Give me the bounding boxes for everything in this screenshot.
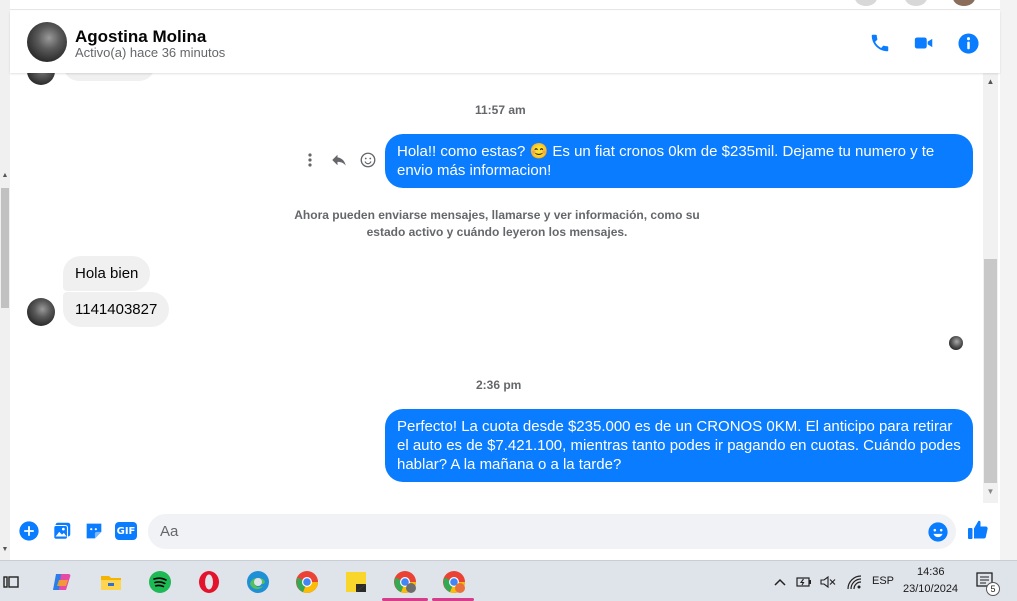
phone-icon	[871, 34, 889, 52]
send-like-button[interactable]	[966, 518, 990, 542]
audio-call-button[interactable]	[867, 30, 893, 56]
toolbar-button-partial[interactable]	[855, 0, 877, 6]
page-scroll-down-arrow[interactable]: ▼	[0, 546, 10, 553]
edge-button[interactable]	[245, 569, 271, 595]
message-actions	[300, 150, 378, 170]
incoming-message[interactable]: Hola bien	[63, 256, 151, 291]
message-timestamp: 11:57 am	[475, 103, 526, 117]
contact-name[interactable]: Agostina Molina	[75, 27, 206, 47]
chat-header: Agostina Molina Activo(a) hace 36 minuto…	[10, 11, 1000, 73]
outgoing-message[interactable]: Hola!! como estas? 😊 Es un fiat cronos 0…	[385, 134, 973, 188]
emoji-smile-icon	[928, 522, 948, 542]
read-receipt-avatar	[949, 336, 963, 350]
opera-icon	[199, 571, 219, 593]
network-button[interactable]	[846, 574, 862, 590]
show-hidden-icons-button[interactable]	[772, 574, 788, 590]
copilot-icon	[53, 574, 71, 590]
clock-date[interactable]: 23/10/2024	[903, 583, 958, 595]
clock-time[interactable]: 14:36	[917, 566, 945, 578]
task-view-button[interactable]	[0, 569, 22, 595]
file-explorer-button[interactable]	[98, 569, 124, 595]
sticky-notes-icon	[346, 572, 366, 592]
toolbar-button-partial[interactable]	[905, 0, 927, 6]
conversation-info-button[interactable]	[955, 30, 981, 56]
message-input[interactable]	[148, 514, 956, 549]
chrome-icon	[443, 571, 465, 593]
speaker-muted-icon	[820, 575, 836, 589]
messenger-window: ▲ ▼ Agostina Molina Activo(a) hace 36 mi…	[0, 0, 1017, 601]
copilot-button[interactable]	[49, 569, 75, 595]
encryption-notice: Ahora pueden enviarse mensajes, llamarse…	[294, 208, 700, 239]
chrome-profile-button[interactable]	[441, 569, 467, 595]
profile-avatar-partial[interactable]	[953, 0, 975, 6]
more-actions-button[interactable]	[17, 519, 41, 543]
windows-taskbar: ESP 14:36 23/10/2024 5	[0, 560, 1017, 601]
contact-avatar-small[interactable]	[27, 73, 55, 85]
video-camera-icon	[914, 37, 933, 49]
wifi-icon	[847, 575, 862, 590]
incoming-message-partial[interactable]	[63, 73, 155, 81]
page-scrollbar[interactable]: ▲ ▼	[0, 0, 10, 560]
incoming-message[interactable]: 1141403827	[63, 292, 170, 327]
contact-avatar[interactable]	[27, 22, 67, 62]
sticker-icon	[86, 523, 102, 539]
chrome-icon	[394, 571, 416, 593]
top-toolbar-edge	[10, 0, 1000, 10]
scroll-down-arrow[interactable]: ▼	[983, 487, 998, 496]
edge-icon	[247, 571, 269, 593]
gif-icon: GIF	[115, 522, 137, 540]
spotify-icon	[149, 571, 171, 593]
message-list-scrollbar[interactable]: ▲ ▼	[983, 73, 998, 503]
photo-gallery-icon	[53, 522, 71, 540]
plus-circle-icon	[19, 521, 39, 541]
thumbs-up-icon	[968, 520, 988, 539]
task-view-icon	[3, 576, 19, 588]
contact-status: Activo(a) hace 36 minutos	[75, 45, 226, 60]
sticky-notes-button[interactable]	[343, 569, 369, 595]
opera-button[interactable]	[196, 569, 222, 595]
chrome-icon	[296, 571, 318, 593]
chevron-up-icon	[774, 578, 786, 586]
video-call-button[interactable]	[911, 30, 937, 56]
volume-button[interactable]	[820, 574, 836, 590]
outgoing-message[interactable]: Perfecto! La cuota desde $235.000 es de …	[385, 409, 973, 482]
reply-icon[interactable]	[329, 150, 349, 170]
contact-avatar-small[interactable]	[27, 298, 55, 326]
chrome-profile-button[interactable]	[392, 569, 418, 595]
message-list[interactable]: 11:57 am Hola!! como estas? 😊 Es un fiat…	[10, 73, 983, 503]
folder-icon	[101, 576, 121, 590]
spotify-button[interactable]	[147, 569, 173, 595]
message-timestamp: 2:36 pm	[476, 378, 522, 392]
info-icon	[957, 32, 979, 54]
battery-charging-icon	[796, 577, 811, 587]
more-options-icon[interactable]	[300, 150, 320, 170]
gif-button[interactable]: GIF	[113, 519, 139, 543]
battery-status[interactable]	[796, 574, 812, 590]
scroll-up-arrow[interactable]: ▲	[983, 77, 998, 86]
sticker-button[interactable]	[82, 519, 106, 543]
message-composer: GIF	[10, 503, 1000, 560]
notification-count-badge: 5	[986, 582, 1000, 596]
page-right-margin	[1000, 0, 1017, 560]
page-scroll-up-arrow[interactable]: ▲	[0, 172, 10, 179]
react-emoji-icon[interactable]	[358, 150, 378, 170]
page-scrollbar-thumb[interactable]	[1, 188, 9, 308]
input-language-indicator[interactable]: ESP	[872, 575, 894, 587]
emoji-button[interactable]	[926, 520, 950, 544]
attach-media-button[interactable]	[50, 519, 74, 543]
chrome-button[interactable]	[294, 569, 320, 595]
message-list-scrollbar-thumb[interactable]	[984, 259, 997, 483]
